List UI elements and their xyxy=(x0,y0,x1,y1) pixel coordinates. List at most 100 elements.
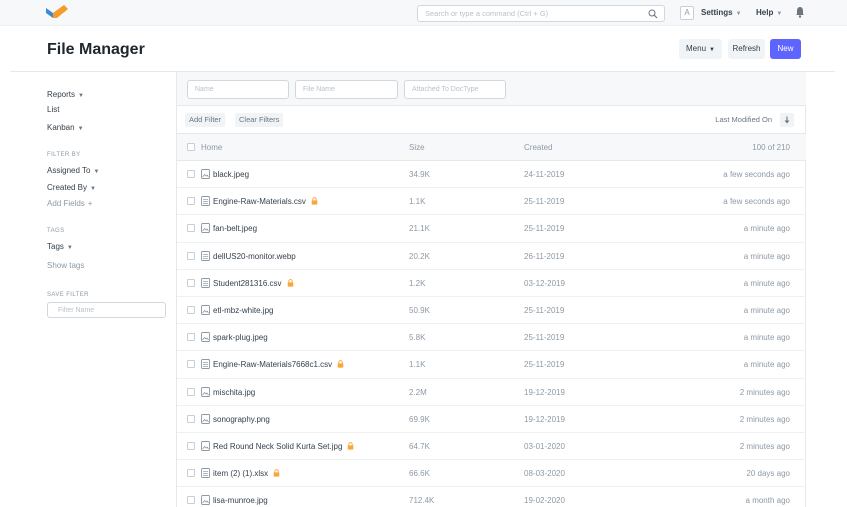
table-row[interactable]: spark-plug.jpeg 5.8K 25-11-2019 a minute… xyxy=(177,324,806,352)
caret-down-icon: ▼ xyxy=(66,245,73,251)
document-file-icon xyxy=(201,250,210,261)
table-row[interactable]: lisa-munroe.jpg 712.4K 19-02-2020 a mont… xyxy=(177,487,806,507)
bell-icon[interactable] xyxy=(795,6,805,18)
add-fields-link[interactable]: Add Fields + xyxy=(47,199,92,208)
row-checkbox[interactable] xyxy=(187,197,195,206)
row-checkbox[interactable] xyxy=(187,278,195,287)
row-checkbox[interactable] xyxy=(187,469,195,478)
filter-name-placeholder: Filter Name xyxy=(58,307,95,314)
row-checkbox[interactable] xyxy=(187,251,195,260)
file-name-link[interactable]: Student281316.csv xyxy=(213,279,294,288)
modified-time: 20 days ago xyxy=(746,469,790,479)
document-file-icon xyxy=(201,468,210,479)
file-name-link[interactable]: lisa-munroe.jpg xyxy=(213,496,268,505)
file-name: Engine-Raw-Materials.csv xyxy=(213,197,306,207)
row-checkbox[interactable] xyxy=(187,170,195,178)
sort-order-button[interactable] xyxy=(780,113,794,127)
show-tags-link[interactable]: Show tags xyxy=(47,261,84,270)
settings-label: Settings xyxy=(701,8,733,17)
file-name-link[interactable]: dellUS20-monitor.webp xyxy=(213,252,296,261)
row-checkbox[interactable] xyxy=(187,441,195,450)
row-checkbox[interactable] xyxy=(187,387,195,396)
sidebar-item-assigned-to[interactable]: Assigned To ▼ xyxy=(47,166,99,175)
table-row[interactable]: dellUS20-monitor.webp 20.2K 26-11-2019 a… xyxy=(177,243,806,270)
file-name-link[interactable]: item (2) (1).xlsx xyxy=(213,469,280,478)
row-checkbox[interactable] xyxy=(187,333,195,342)
file-name-link[interactable]: etl-mbz-white.jpg xyxy=(213,306,273,315)
filter-by-heading: FILTER BY xyxy=(47,152,81,158)
new-button[interactable]: New xyxy=(770,39,801,59)
modified-time: 2 minutes ago xyxy=(739,387,790,397)
menu-button[interactable]: Menu ▼ xyxy=(679,39,722,59)
search-input[interactable]: Search or type a command (Ctrl + G) xyxy=(417,5,665,22)
refresh-button[interactable]: Refresh xyxy=(728,39,765,59)
image-file-icon xyxy=(201,495,210,506)
file-name-link[interactable]: Engine-Raw-Materials7668c1.csv xyxy=(213,360,344,369)
add-filter-button[interactable]: Add Filter xyxy=(185,113,226,127)
created-date: 25-11-2019 xyxy=(524,224,565,234)
name-filter-input[interactable]: Name xyxy=(187,80,289,99)
table-row[interactable]: Student281316.csv 1.2K 03-12-2019 a minu… xyxy=(177,270,806,297)
file-name-filter-input[interactable]: File Name xyxy=(295,80,398,99)
file-name-link[interactable]: spark-plug.jpeg xyxy=(213,333,268,342)
lock-icon xyxy=(273,469,280,477)
table-row[interactable]: black.jpeg 34.9K 24-11-2019 a few second… xyxy=(177,161,806,189)
attached-to-doctype-filter-input[interactable]: Attached To DocType xyxy=(404,80,506,99)
row-checkbox[interactable] xyxy=(187,224,195,233)
app-logo-icon[interactable] xyxy=(44,4,70,22)
file-name: spark-plug.jpeg xyxy=(213,333,268,343)
sidebar-item-tags[interactable]: Tags ▼ xyxy=(47,242,73,251)
file-name-link[interactable]: mischita.jpg xyxy=(213,388,255,397)
sidebar-item-list[interactable]: List xyxy=(47,105,59,114)
created-date: 03-01-2020 xyxy=(524,441,565,451)
file-name: black.jpeg xyxy=(213,170,250,179)
settings-dropdown[interactable]: Settings ▼ xyxy=(701,8,742,17)
sidebar-item-created-by[interactable]: Created By ▼ xyxy=(47,183,96,192)
file-name-link[interactable]: sonography.png xyxy=(213,415,270,424)
file-size: 1.2K xyxy=(409,278,426,288)
lock-icon xyxy=(337,360,344,368)
file-name: Red Round Neck Solid Kurta Set.jpg xyxy=(213,441,343,451)
sort-by-selector[interactable]: Last Modified On xyxy=(715,115,772,124)
file-name-link[interactable]: Engine-Raw-Materials.csv xyxy=(213,197,318,206)
table-row[interactable]: Red Round Neck Solid Kurta Set.jpg 64.7K… xyxy=(177,433,806,461)
row-checkbox[interactable] xyxy=(187,496,195,505)
created-date: 19-02-2020 xyxy=(524,496,565,506)
image-file-icon xyxy=(201,440,210,451)
document-file-icon xyxy=(201,277,210,288)
menu-label: Menu xyxy=(686,44,707,53)
file-size: 20.2K xyxy=(409,251,430,261)
file-name: item (2) (1).xlsx xyxy=(213,469,269,479)
row-checkbox[interactable] xyxy=(187,305,195,314)
clear-filters-button[interactable]: Clear Filters xyxy=(235,113,284,127)
file-name: mischita.jpg xyxy=(213,387,256,397)
table-row[interactable]: item (2) (1).xlsx 66.6K 08-03-2020 20 da… xyxy=(177,460,806,488)
table-row[interactable]: sonography.png 69.9K 19-12-2019 2 minute… xyxy=(177,406,806,433)
table-row[interactable]: Engine-Raw-Materials.csv 1.1K 25-11-2019… xyxy=(177,188,806,216)
help-dropdown[interactable]: Help ▼ xyxy=(756,8,782,17)
select-all-checkbox[interactable] xyxy=(187,143,195,151)
row-checkbox[interactable] xyxy=(187,414,195,423)
modified-time: a minute ago xyxy=(743,360,790,370)
filter-name-input[interactable]: Filter Name xyxy=(47,302,166,318)
file-size: 64.7K xyxy=(409,441,430,451)
column-home[interactable]: Home xyxy=(201,143,222,152)
file-name-link[interactable]: black.jpeg xyxy=(213,170,249,179)
sidebar-item-reports[interactable]: Reports ▼ xyxy=(47,90,84,99)
table-row[interactable]: Engine-Raw-Materials7668c1.csv 1.1K 25-1… xyxy=(177,351,806,379)
caret-down-icon: ▼ xyxy=(78,93,84,99)
modified-time: a minute ago xyxy=(743,333,790,343)
image-file-icon xyxy=(201,304,210,315)
table-row[interactable]: etl-mbz-white.jpg 50.9K 25-11-2019 a min… xyxy=(177,297,806,325)
modified-time: 2 minutes ago xyxy=(739,414,790,424)
file-name-link[interactable]: fan-belt.jpeg xyxy=(213,224,257,233)
file-name-link[interactable]: Red Round Neck Solid Kurta Set.jpg xyxy=(213,442,354,451)
sidebar-item-kanban[interactable]: Kanban ▼ xyxy=(47,123,84,132)
help-label: Help xyxy=(756,8,774,17)
sort-descending-icon xyxy=(784,116,790,124)
table-row[interactable]: mischita.jpg 2.2M 19-12-2019 2 minutes a… xyxy=(177,379,806,406)
avatar[interactable]: A xyxy=(680,6,694,20)
row-checkbox[interactable] xyxy=(187,360,195,369)
created-date: 08-03-2020 xyxy=(524,469,565,479)
table-row[interactable]: fan-belt.jpeg 21.1K 25-11-2019 a minute … xyxy=(177,215,806,243)
